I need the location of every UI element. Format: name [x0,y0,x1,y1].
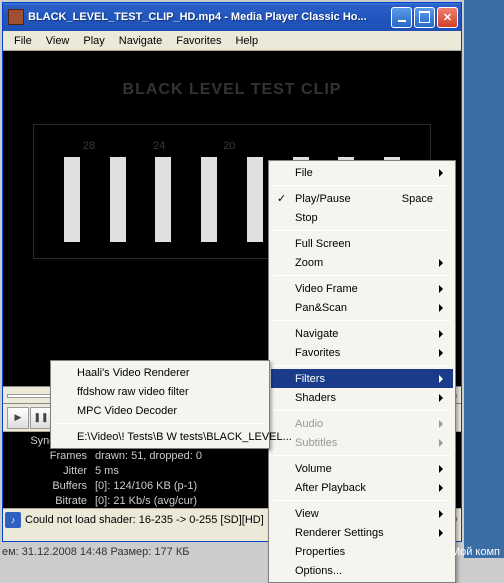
filter-haali[interactable]: Haali's Video Renderer [53,363,267,382]
menubar: File View Play Navigate Favorites Help [3,31,461,51]
context-menu: File Play/PauseSpace Stop Full Screen Zo… [268,160,456,583]
ctx-after-playback[interactable]: After Playback [271,478,453,497]
ctx-navigate[interactable]: Navigate [271,324,453,343]
menu-favorites[interactable]: Favorites [169,33,228,49]
play-button[interactable]: ▶ [7,407,29,429]
menu-file[interactable]: File [7,33,39,49]
ctx-video-frame[interactable]: Video Frame [271,279,453,298]
menu-help[interactable]: Help [228,33,265,49]
ctx-properties[interactable]: Properties [271,542,453,561]
close-button[interactable] [437,7,458,28]
ctx-subtitles[interactable]: Subtitles [271,433,453,452]
titlebar[interactable]: BLACK_LEVEL_TEST_CLIP_HD.mp4 - Media Pla… [3,3,461,31]
ctx-play-pause[interactable]: Play/PauseSpace [271,189,453,208]
maximize-button[interactable] [414,7,435,28]
filter-ffdshow[interactable]: ffdshow raw video filter [53,382,267,401]
ctx-filters[interactable]: Filters [271,369,453,388]
minimize-button[interactable] [391,7,412,28]
ctx-stop[interactable]: Stop [271,208,453,227]
ctx-options[interactable]: Options... [271,561,453,580]
ctx-file[interactable]: File [271,163,453,182]
ctx-shaders[interactable]: Shaders [271,388,453,407]
filter-mpc[interactable]: MPC Video Decoder [53,401,267,420]
ctx-renderer-settings[interactable]: Renderer Settings [271,523,453,542]
window-title: BLACK_LEVEL_TEST_CLIP_HD.mp4 - Media Pla… [28,11,391,23]
app-icon [8,9,24,25]
menu-play[interactable]: Play [76,33,111,49]
clip-title: BLACK LEVEL TEST CLIP [3,51,461,99]
filters-submenu: Haali's Video Renderer ffdshow raw video… [50,360,270,449]
ctx-view[interactable]: View [271,504,453,523]
desktop-label: Мой комп [451,546,500,558]
ctx-fullscreen[interactable]: Full Screen [271,234,453,253]
ctx-volume[interactable]: Volume [271,459,453,478]
ctx-favorites[interactable]: Favorites [271,343,453,362]
taskbar-tooltip: ем: 31.12.2008 14:48 Размер: 177 КБ [2,546,189,558]
ctx-audio[interactable]: Audio [271,414,453,433]
menu-view[interactable]: View [39,33,77,49]
menu-navigate[interactable]: Navigate [112,33,169,49]
ctx-pan-scan[interactable]: Pan&Scan [271,298,453,317]
ctx-zoom[interactable]: Zoom [271,253,453,272]
filter-file-path[interactable]: E:\Video\! Tests\B W tests\BLACK_LEVEL..… [53,427,267,446]
pause-button[interactable]: ❚❚ [30,407,52,429]
status-icon: ♪ [5,512,21,528]
